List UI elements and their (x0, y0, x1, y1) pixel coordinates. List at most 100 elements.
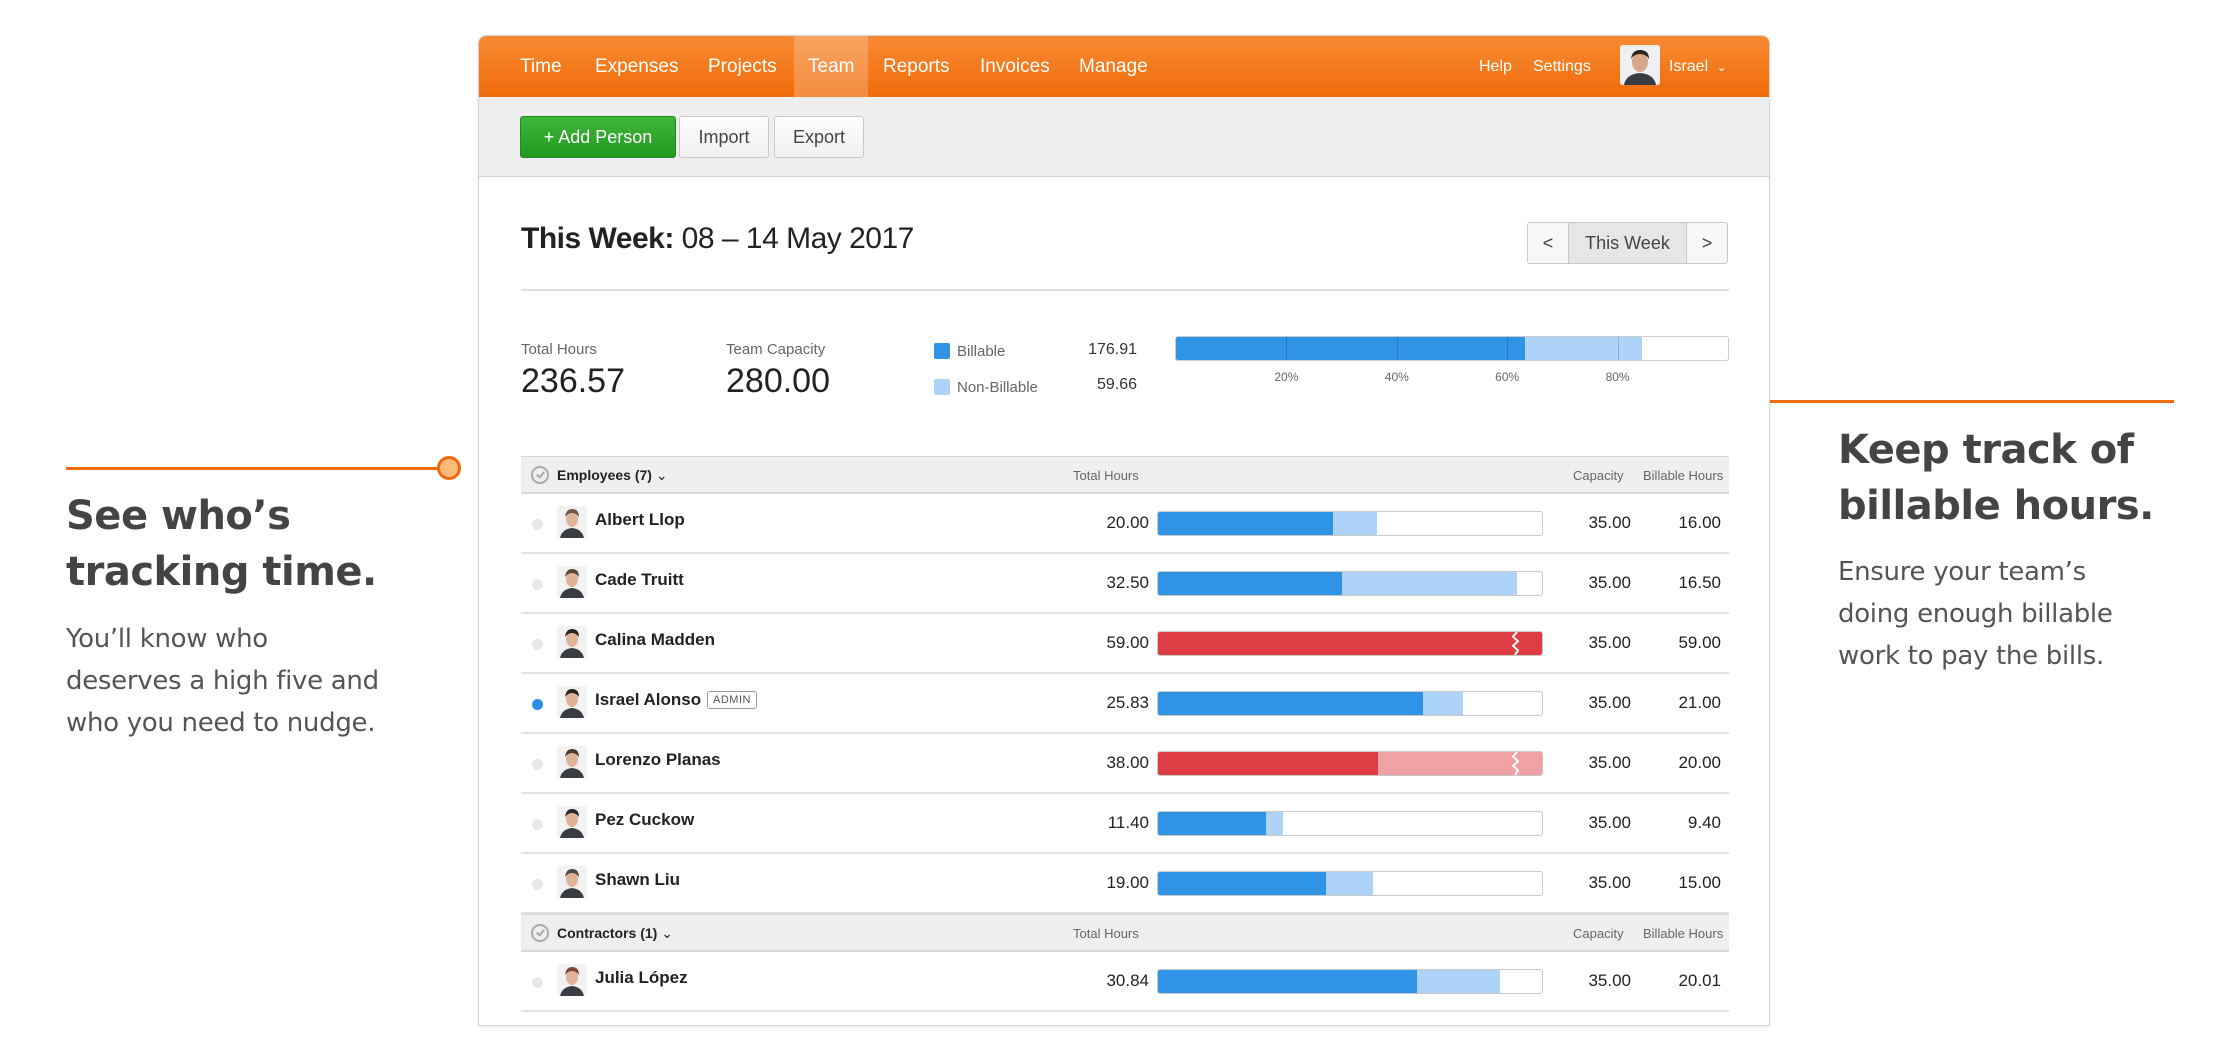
hours-bar (1157, 691, 1543, 716)
nav-manage[interactable]: Manage (1065, 36, 1162, 97)
group-title[interactable]: Contractors (1) ⌄ (557, 925, 673, 942)
person-name[interactable]: Pez Cuckow (595, 810, 694, 830)
person-row[interactable]: Albert Llop 20.00 35.00 16.00 (521, 494, 1729, 554)
nav-team[interactable]: Team (794, 36, 869, 97)
person-row[interactable]: Lorenzo Planas 38.00 35.00 20.00 (521, 734, 1729, 794)
tick-label: 60% (1495, 370, 1520, 384)
avatar[interactable] (557, 626, 587, 658)
col-billable-hours: Billable Hours (1643, 468, 1724, 483)
person-row[interactable]: Pez Cuckow 11.40 35.00 9.40 (521, 794, 1729, 854)
status-indicator (532, 519, 543, 530)
capacity-value: 35.00 (1588, 513, 1631, 532)
person-name[interactable]: Cade Truitt (595, 570, 684, 590)
week-navigator: < This Week > (1527, 222, 1728, 264)
user-menu[interactable]: Israel ⌄ (1669, 36, 1727, 97)
user-name: Israel (1669, 58, 1709, 75)
left-callout-body: You’ll know who deserves a high five and… (66, 624, 379, 738)
left-callout-line (66, 467, 450, 470)
nav-time[interactable]: Time (506, 36, 576, 97)
status-indicator (532, 879, 543, 890)
employees-group-header[interactable]: Employees (7) ⌄ Total Hours Capacity Billab… (521, 456, 1729, 494)
billable-segment (1158, 692, 1423, 715)
person-name[interactable]: Lorenzo Planas (595, 750, 721, 770)
user-avatar-image (1620, 45, 1660, 85)
person-row[interactable]: Julia López 30.84 35.00 20.01 (521, 952, 1729, 1012)
person-row[interactable]: Shawn Liu 19.00 35.00 15.00 (521, 854, 1729, 914)
app-window: Time Expenses Projects Team Reports Invo… (478, 35, 1770, 1026)
next-week-button[interactable]: > (1687, 223, 1727, 263)
hours-bar (1157, 571, 1543, 596)
add-person-button[interactable]: + Add Person (520, 116, 676, 158)
person-row[interactable]: Israel Alonso ADMIN 25.83 35.00 21.00 (521, 674, 1729, 734)
left-callout-title: See who’s tracking time. (66, 493, 377, 595)
top-nav: Time Expenses Projects Team Reports Invo… (479, 36, 1769, 97)
avatar[interactable] (557, 566, 587, 598)
help-link[interactable]: Help (1479, 36, 1512, 97)
person-name[interactable]: Calina Madden (595, 630, 715, 650)
export-button[interactable]: Export (774, 116, 864, 158)
non-billable-value: 59.66 (1096, 376, 1137, 393)
billable-swatch-icon (934, 343, 950, 359)
non-billable-segment (1325, 872, 1373, 895)
person-row[interactable]: Calina Madden 59.00 35.00 59.00 (521, 614, 1729, 674)
nav-reports[interactable]: Reports (869, 36, 964, 97)
settings-link[interactable]: Settings (1533, 36, 1591, 97)
col-capacity: Capacity (1573, 468, 1624, 483)
hours-bar (1157, 871, 1543, 896)
person-row[interactable]: Cade Truitt 32.50 35.00 16.50 (521, 554, 1729, 614)
billable-segment (1158, 970, 1418, 993)
avatar[interactable] (557, 506, 587, 538)
billable-hours-value: 15.00 (1678, 873, 1721, 892)
avatar[interactable] (557, 746, 587, 778)
col-total-hours: Total Hours (1073, 468, 1139, 483)
check-circle-icon[interactable] (531, 924, 549, 942)
import-button[interactable]: Import (679, 116, 769, 158)
avatar[interactable] (557, 866, 587, 898)
capacity-value: 35.00 (1588, 873, 1631, 892)
prev-week-button[interactable]: < (1528, 223, 1568, 263)
team-capacity-value: 280.00 (726, 362, 830, 400)
nav-projects[interactable]: Projects (694, 36, 791, 97)
tick-label: 40% (1384, 370, 1409, 384)
tick-label: 20% (1274, 370, 1299, 384)
billable-hours-value: 59.00 (1678, 633, 1721, 652)
billable-segment (1158, 632, 1542, 655)
this-week-button[interactable]: This Week (1568, 223, 1687, 263)
admin-badge: ADMIN (707, 691, 757, 709)
total-hours-label: Total Hours (521, 341, 597, 358)
non-billable-swatch-icon (934, 379, 950, 395)
non-billable-segment (1417, 970, 1501, 993)
billable-hours-value: 9.40 (1687, 813, 1721, 832)
avatar[interactable] (557, 686, 587, 718)
billable-hours-value: 16.00 (1678, 513, 1721, 532)
check-circle-icon[interactable] (531, 466, 549, 484)
capacity-value: 35.00 (1588, 633, 1631, 652)
billable-segment (1176, 337, 1525, 360)
date-range: 08 – 14 May 2017 (681, 222, 915, 255)
nav-invoices[interactable]: Invoices (966, 36, 1064, 97)
right-callout-title: Keep track of billable hours. (1838, 427, 2154, 529)
user-avatar[interactable] (1620, 45, 1660, 85)
right-callout-body: Ensure your team’s doing enough billable… (1838, 557, 2113, 671)
avatar[interactable] (557, 964, 587, 996)
non-billable-legend-label: Non-Billable (957, 379, 1038, 396)
person-name[interactable]: Julia López (595, 968, 688, 988)
page-title-label: This Week: (521, 222, 674, 255)
group-title[interactable]: Employees (7) ⌄ (557, 467, 668, 484)
tick-line (1396, 337, 1398, 360)
hours-bar (1157, 751, 1543, 776)
total-hours-value: 30.84 (1106, 971, 1149, 990)
person-name[interactable]: Shawn Liu (595, 870, 680, 890)
col-capacity: Capacity (1573, 926, 1624, 941)
person-name[interactable]: Albert Llop (595, 510, 685, 530)
chevron-down-icon: ⌄ (661, 925, 673, 941)
left-callout-marker (437, 456, 461, 480)
non-billable-segment (1342, 572, 1518, 595)
non-billable-segment (1422, 692, 1463, 715)
contractors-group-header[interactable]: Contractors (1) ⌄ Total Hours Capacity Bill… (521, 914, 1729, 952)
avatar[interactable] (557, 806, 587, 838)
nav-expenses[interactable]: Expenses (581, 36, 692, 97)
person-name[interactable]: Israel Alonso (595, 690, 701, 710)
billable-segment (1158, 872, 1326, 895)
total-hours-value: 38.00 (1106, 753, 1149, 772)
